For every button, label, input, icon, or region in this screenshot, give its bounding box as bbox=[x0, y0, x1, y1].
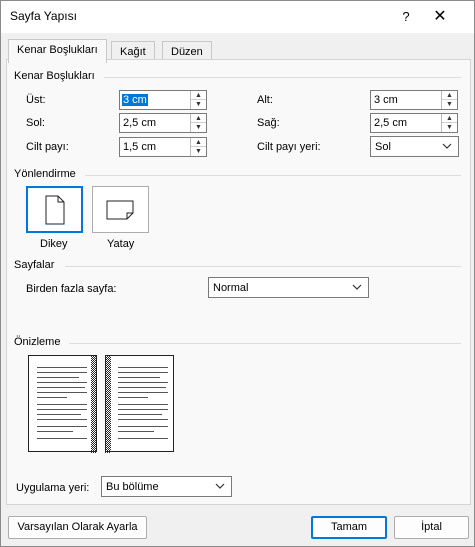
gutter-arrows[interactable]: ▲ ▼ bbox=[190, 138, 206, 156]
orientation-group-label: Yönlendirme bbox=[14, 168, 76, 180]
left-margin-spinner[interactable]: 2,5 cm ▲ ▼ bbox=[119, 113, 207, 133]
multiple-pages-label: Birden fazla sayfa: bbox=[26, 283, 117, 295]
left-margin-arrows[interactable]: ▲ ▼ bbox=[190, 114, 206, 132]
bottom-margin-label: Alt: bbox=[257, 94, 273, 106]
gutter-pattern-icon bbox=[105, 356, 111, 453]
multiple-pages-select[interactable]: Normal bbox=[208, 277, 369, 298]
spin-up-icon[interactable]: ▲ bbox=[191, 138, 206, 147]
page-setup-dialog: Sayfa Yapısı ? ✕ Kenar Boşlukları Kağıt … bbox=[0, 0, 475, 547]
top-margin-arrows[interactable]: ▲ ▼ bbox=[190, 91, 206, 109]
spin-up-icon[interactable]: ▲ bbox=[442, 91, 457, 100]
chevron-down-icon bbox=[215, 483, 225, 489]
chevron-down-icon bbox=[442, 143, 452, 149]
left-margin-value[interactable]: 2,5 cm bbox=[123, 117, 156, 129]
gutter-spinner[interactable]: 1,5 cm ▲ ▼ bbox=[119, 137, 207, 157]
portrait-button[interactable] bbox=[26, 186, 83, 233]
pages-separator bbox=[65, 266, 461, 267]
landscape-page-icon bbox=[106, 200, 134, 220]
window-title: Sayfa Yapısı bbox=[10, 9, 77, 23]
landscape-label: Yatay bbox=[107, 238, 135, 250]
apply-to-value: Bu bölüme bbox=[106, 481, 159, 493]
spin-down-icon[interactable]: ▼ bbox=[442, 123, 457, 132]
chevron-down-icon bbox=[352, 284, 362, 290]
preview-separator bbox=[69, 343, 461, 344]
portrait-page-icon bbox=[45, 195, 65, 225]
gutter-pattern-icon bbox=[91, 356, 97, 453]
spin-down-icon[interactable]: ▼ bbox=[191, 147, 206, 156]
pages-group-label: Sayfalar bbox=[14, 259, 55, 271]
spin-up-icon[interactable]: ▲ bbox=[191, 91, 206, 100]
spin-up-icon[interactable]: ▲ bbox=[442, 114, 457, 123]
ok-button[interactable]: Tamam bbox=[311, 516, 387, 539]
margins-separator bbox=[104, 77, 461, 78]
preview-page-right bbox=[105, 355, 174, 453]
margins-group-label: Kenar Boşlukları bbox=[14, 70, 95, 82]
portrait-label: Dikey bbox=[40, 238, 68, 250]
multiple-pages-value: Normal bbox=[213, 282, 249, 294]
spin-down-icon[interactable]: ▼ bbox=[442, 100, 457, 109]
tab-paper-label: Kağıt bbox=[120, 46, 146, 58]
gutter-position-label: Cilt payı yeri: bbox=[257, 141, 321, 153]
spin-up-icon[interactable]: ▲ bbox=[191, 114, 206, 123]
apply-to-label: Uygulama yeri: bbox=[16, 482, 90, 494]
tab-margins[interactable]: Kenar Boşlukları bbox=[8, 39, 107, 63]
close-button[interactable]: ✕ bbox=[427, 5, 453, 29]
orientation-separator bbox=[85, 175, 461, 176]
right-margin-arrows[interactable]: ▲ ▼ bbox=[441, 114, 457, 132]
tab-layout-label: Düzen bbox=[171, 46, 203, 58]
gutter-value[interactable]: 1,5 cm bbox=[123, 141, 156, 153]
gutter-label: Cilt payı: bbox=[26, 141, 69, 153]
title-bar: Sayfa Yapısı ? ✕ bbox=[1, 1, 474, 33]
tab-margins-label: Kenar Boşlukları bbox=[17, 44, 98, 56]
landscape-button[interactable] bbox=[92, 186, 149, 233]
top-margin-label: Üst: bbox=[26, 94, 46, 106]
preview-group-label: Önizleme bbox=[14, 336, 61, 348]
cancel-button[interactable]: İptal bbox=[394, 516, 469, 539]
help-button[interactable]: ? bbox=[393, 5, 419, 29]
apply-to-select[interactable]: Bu bölüme bbox=[101, 476, 232, 497]
bottom-margin-spinner[interactable]: 3 cm ▲ ▼ bbox=[370, 90, 458, 110]
bottom-margin-arrows[interactable]: ▲ ▼ bbox=[441, 91, 457, 109]
right-margin-spinner[interactable]: 2,5 cm ▲ ▼ bbox=[370, 113, 458, 133]
spin-down-icon[interactable]: ▼ bbox=[191, 123, 206, 132]
right-margin-value[interactable]: 2,5 cm bbox=[374, 117, 407, 129]
preview-page-left bbox=[28, 355, 97, 453]
top-margin-value[interactable]: 3 cm bbox=[122, 94, 148, 106]
right-margin-label: Sağ: bbox=[257, 117, 280, 129]
set-as-default-button[interactable]: Varsayılan Olarak Ayarla bbox=[8, 516, 147, 539]
top-margin-spinner[interactable]: 3 cm ▲ ▼ bbox=[119, 90, 207, 110]
left-margin-label: Sol: bbox=[26, 117, 45, 129]
spin-down-icon[interactable]: ▼ bbox=[191, 100, 206, 109]
gutter-position-value: Sol bbox=[375, 141, 391, 153]
gutter-position-select[interactable]: Sol bbox=[370, 136, 459, 157]
bottom-margin-value[interactable]: 3 cm bbox=[374, 94, 398, 106]
